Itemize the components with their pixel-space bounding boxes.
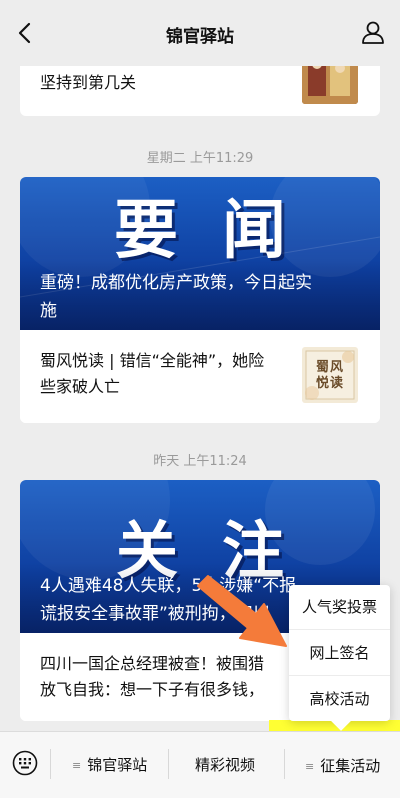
article-group-card: 要闻 重磅！成都优化房产政策，今日起实 施 蜀风悦读 | 错信“全能神”，她险 … — [20, 177, 380, 423]
menu-lines-icon: ≡ — [305, 760, 315, 773]
menu-tab-videos[interactable]: 精彩视频 — [195, 754, 255, 775]
submenu-popup: 人气奖投票 网上签名 高校活动 — [289, 585, 390, 731]
page-title: 锦官驿站 — [166, 27, 234, 47]
article-title: 蜀风悦读 | 错信“全能神”，她险 些家破人亡 — [40, 351, 265, 396]
nav-bar: 锦官驿站 — [0, 0, 400, 66]
annotation-arrow-icon — [197, 575, 287, 647]
timestamp: 昨天 上午11:24 — [153, 454, 247, 469]
timestamp: 星期二 上午11:29 — [146, 151, 254, 166]
hero-label: 要闻 — [114, 194, 330, 268]
menu-tab-activities[interactable]: ≡ 征集活动 — [305, 755, 380, 776]
submenu-item-vote[interactable]: 人气奖投票 — [289, 585, 390, 630]
list-item[interactable]: 蜀风悦读 | 错信“全能神”，她险 些家破人亡 蜀风悦读 — [20, 330, 380, 423]
keyboard-icon[interactable] — [12, 750, 38, 776]
hero-headline: 重磅！成都优化房产政策，今日起实 施 — [40, 273, 312, 321]
menu-tab-jinguan[interactable]: ≡ 锦官驿站 — [72, 754, 147, 775]
hero-article[interactable]: 要闻 重磅！成都优化房产政策，今日起实 施 — [20, 177, 380, 330]
submenu-item-sign[interactable]: 网上签名 — [289, 631, 390, 676]
article-thumbnail: 蜀风悦读 — [302, 347, 358, 403]
submenu-item-campus[interactable]: 高校活动 — [289, 677, 390, 722]
profile-icon[interactable] — [360, 19, 386, 45]
menu-lines-icon: ≡ — [72, 759, 82, 772]
